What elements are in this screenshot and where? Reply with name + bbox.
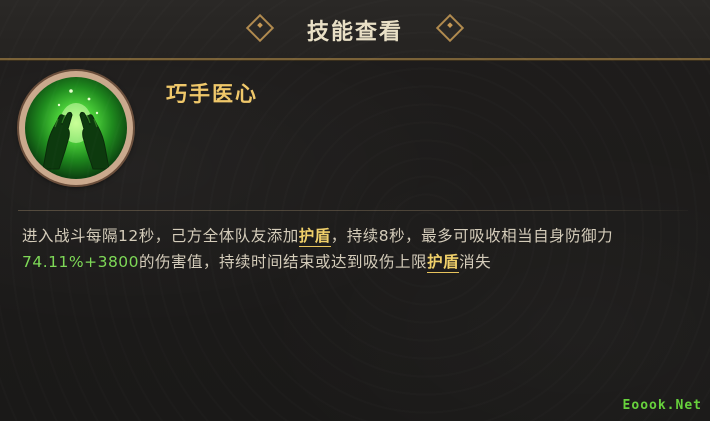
- desc-text-4: 消失: [459, 253, 492, 271]
- skill-icon-frame: [19, 71, 133, 185]
- skill-view-panel: 技能查看 巧手医心 进入战斗每隔12秒，己方全体队友添加护盾，持续8秒，最多可吸…: [0, 0, 710, 421]
- panel-title: 技能查看: [306, 20, 403, 45]
- skill-description: 进入战斗每隔12秒，己方全体队友添加护盾，持续8秒，最多可吸收相当自身防御力74…: [22, 223, 682, 275]
- desc-text-1: 进入战斗每隔12秒，己方全体队友添加: [22, 227, 299, 245]
- panel-header: 技能查看: [0, 0, 710, 60]
- site-watermark: Eoook.Net: [622, 398, 702, 413]
- skill-name: 巧手医心: [166, 82, 258, 106]
- divider: [18, 210, 688, 211]
- healing-hands-icon: [25, 77, 127, 179]
- desc-value: 74.11%+3800: [22, 253, 140, 271]
- desc-text-2: ，持续8秒，最多可吸收相当自身防御力: [330, 227, 614, 245]
- keyword-shield-link-2[interactable]: 护盾: [427, 253, 460, 273]
- keyword-shield-link[interactable]: 护盾: [298, 227, 331, 247]
- desc-text-3: 的伤害值，持续时间结束或达到吸伤上限: [139, 253, 428, 271]
